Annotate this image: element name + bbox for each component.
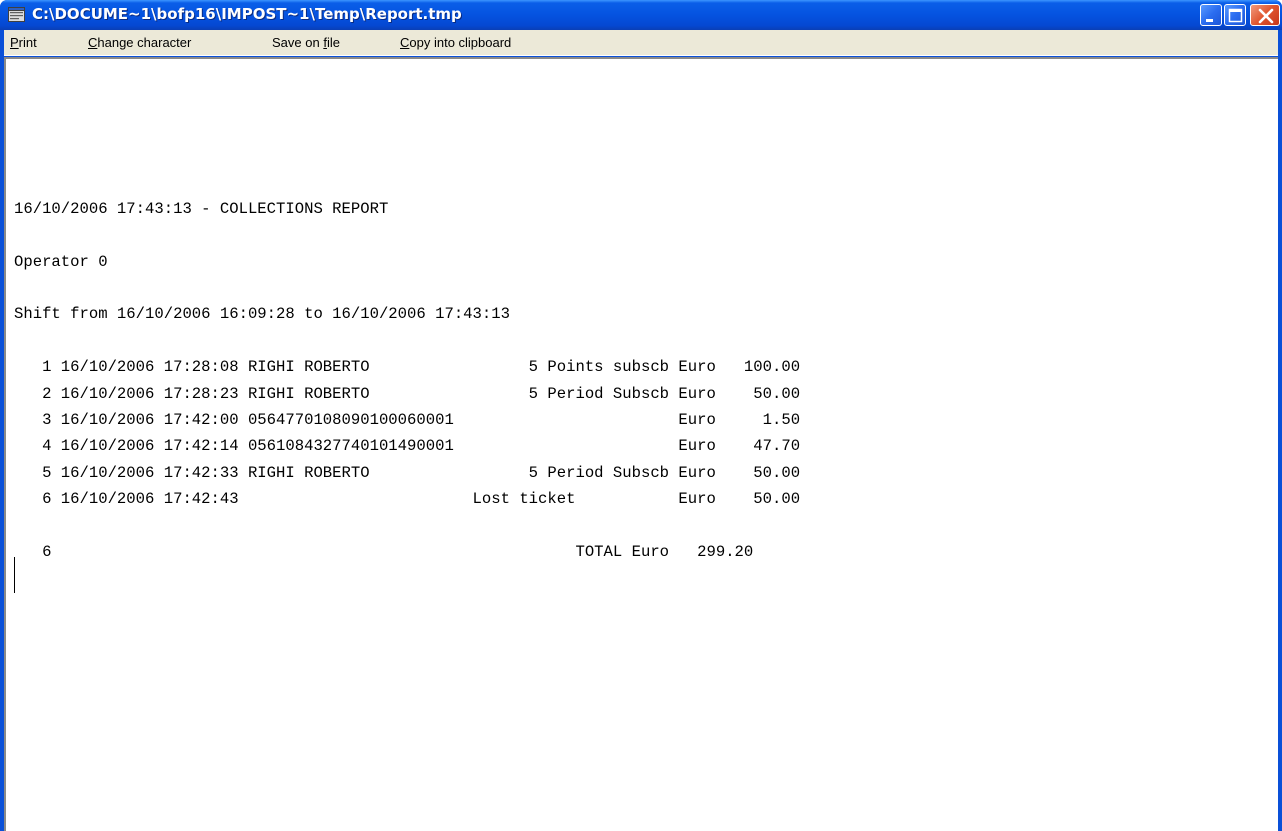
menu-save-on-file-label-pre: Save on (272, 35, 324, 50)
report-operator: Operator 0 (14, 252, 108, 271)
report-row: 5 16/10/2006 17:42:33 RIGHI ROBERTO 5 Pe… (14, 463, 801, 482)
report-row: 4 16/10/2006 17:42:14 056108432774010149… (14, 437, 801, 456)
report-header: 16/10/2006 17:43:13 - COLLECTIONS REPORT (14, 199, 389, 218)
close-button[interactable] (1250, 4, 1280, 26)
report-row: 6 16/10/2006 17:42:43 Lost ticket Euro 5… (14, 490, 801, 509)
report-row: 1 16/10/2006 17:28:08 RIGHI ROBERTO 5 Po… (14, 358, 801, 377)
minimize-button[interactable] (1200, 4, 1222, 26)
notepad-window-icon (8, 7, 25, 22)
minimize-icon (1206, 19, 1213, 22)
menu-copy-mnemonic: C (400, 35, 410, 50)
menu-change-character[interactable]: Change character (88, 35, 191, 50)
menu-save-on-file[interactable]: Save on file (272, 35, 340, 50)
menu-copy-into-clipboard[interactable]: Copy into clipboard (400, 35, 511, 50)
menu-copy-label: opy into clipboard (409, 35, 512, 50)
maximize-icon (1228, 8, 1243, 23)
text-caret (14, 557, 15, 593)
report-row: 3 16/10/2006 17:42:00 056477010809010006… (14, 410, 801, 429)
menu-print-mnemonic: P (10, 35, 19, 50)
maximize-button[interactable] (1224, 4, 1246, 26)
window-title: C:\DOCUME~1\bofp16\IMPOST~1\Temp\Report.… (32, 5, 462, 23)
menu-change-character-mnemonic: C (88, 35, 98, 50)
close-icon (1258, 8, 1274, 24)
menu-print[interactable]: Print (10, 35, 37, 50)
report-total: 6 TOTAL Euro 299.20 (14, 542, 754, 561)
report-body: 16/10/2006 17:43:13 - COLLECTIONS REPORT… (14, 143, 800, 592)
menu-print-label: rint (18, 35, 37, 50)
report-row: 2 16/10/2006 17:28:23 RIGHI ROBERTO 5 Pe… (14, 384, 801, 403)
menu-change-character-label: hange character (97, 35, 192, 50)
report-shift: Shift from 16/10/2006 16:09:28 to 16/10/… (14, 305, 510, 324)
title-bar[interactable]: C:\DOCUME~1\bofp16\IMPOST~1\Temp\Report.… (0, 0, 1282, 30)
menu-bar: Print Change character Save on file Copy… (4, 30, 1278, 56)
menu-save-on-file-label: ile (326, 35, 340, 50)
